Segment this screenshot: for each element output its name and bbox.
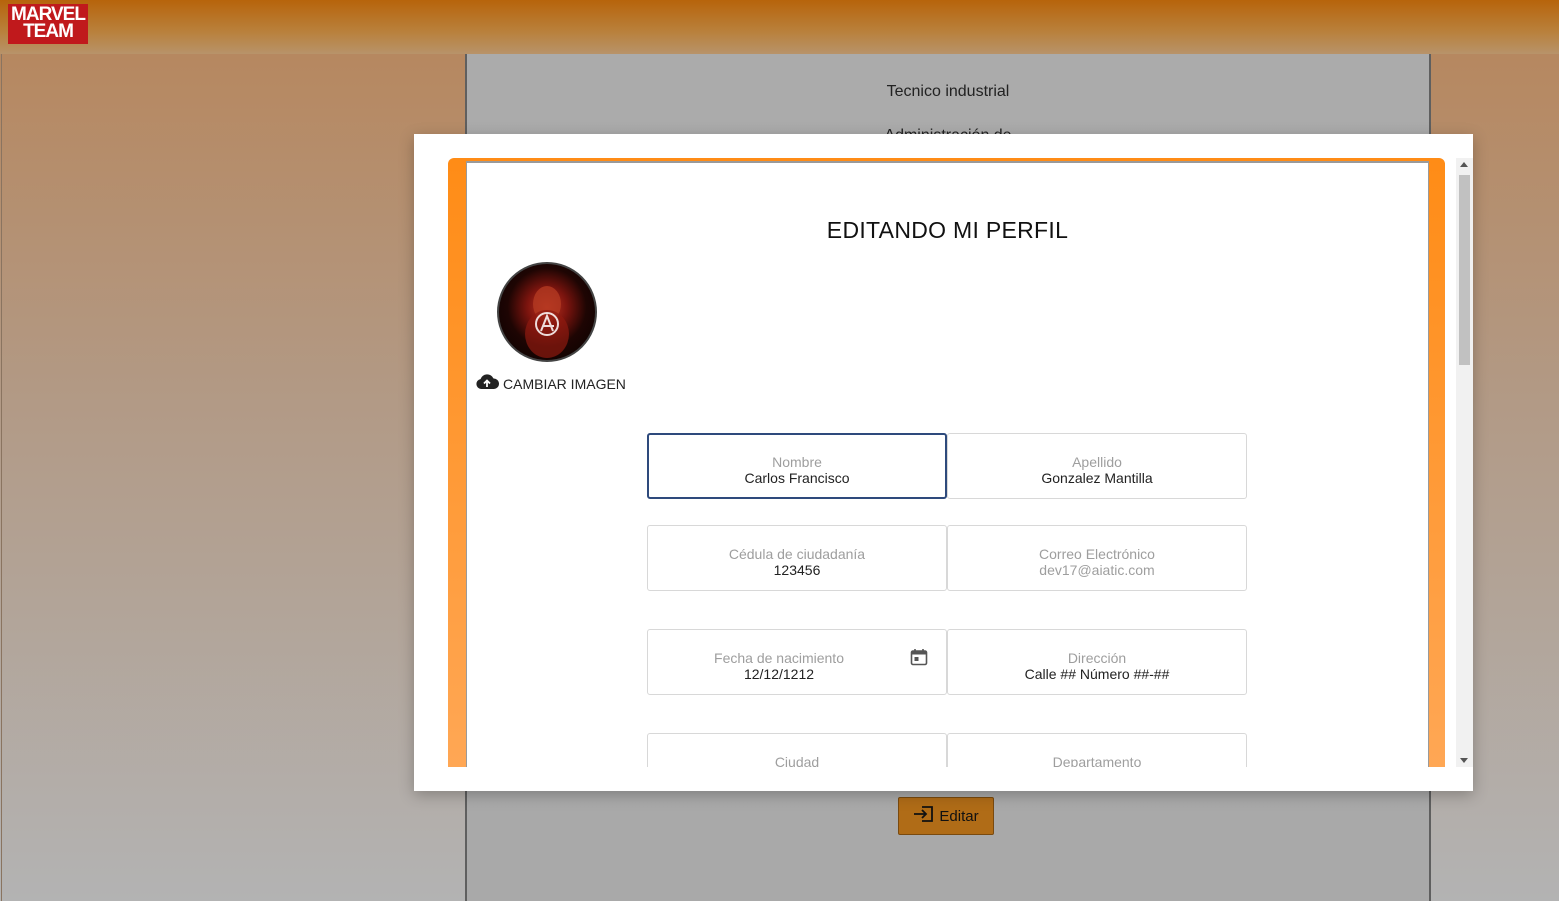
avatar <box>497 262 597 362</box>
fecha-label: Fecha de nacimiento <box>714 650 844 666</box>
fecha-nacimiento-field[interactable]: Fecha de nacimiento 12/12/1212 <box>647 629 947 695</box>
fecha-value: 12/12/1212 <box>743 666 815 682</box>
ciudad-label: Ciudad <box>774 754 820 767</box>
nombre-field[interactable]: Nombre Carlos Francisco <box>647 433 947 499</box>
direccion-label: Dirección <box>1067 650 1127 666</box>
login-icon <box>913 805 935 827</box>
edit-profile-modal: EDITANDO MI PERFIL CAMBIAR IMAGEN Nombre… <box>414 134 1473 791</box>
modal-scrollbar[interactable] <box>1456 158 1473 767</box>
top-bar: MARVEL TEAM <box>0 0 1559 54</box>
cedula-label: Cédula de ciudadanía <box>728 546 866 562</box>
apellido-field[interactable]: Apellido Gonzalez Mantilla <box>947 433 1247 499</box>
departamento-label: Departamento <box>1052 754 1142 767</box>
ciudad-field[interactable]: Ciudad <box>647 733 947 767</box>
cedula-field[interactable]: Cédula de ciudadanía 123456 <box>647 525 947 591</box>
profile-profession: Tecnico industrial <box>886 83 1010 100</box>
departamento-field[interactable]: Departamento <box>947 733 1247 767</box>
scrollbar-thumb[interactable] <box>1459 175 1470 365</box>
nombre-label: Nombre <box>772 454 822 470</box>
scroll-up-arrow[interactable] <box>1460 162 1468 167</box>
correo-value: dev17@aiatic.com <box>1039 562 1155 578</box>
change-image-button[interactable]: CAMBIAR IMAGEN <box>475 373 626 394</box>
edit-button-label: Editar <box>939 807 979 825</box>
correo-field: Correo Electrónico dev17@aiatic.com <box>947 525 1247 591</box>
calendar-icon[interactable] <box>910 648 928 671</box>
logo-line-2: TEAM <box>23 21 74 42</box>
direccion-value: Calle ## Número ##-## <box>1024 666 1170 682</box>
modal-scroll-area[interactable]: EDITANDO MI PERFIL CAMBIAR IMAGEN Nombre… <box>448 158 1445 767</box>
change-image-label: CAMBIAR IMAGEN <box>503 375 626 392</box>
scroll-down-arrow[interactable] <box>1460 758 1468 763</box>
cloud-upload-icon <box>475 373 500 394</box>
modal-title: EDITANDO MI PERFIL <box>826 217 1069 243</box>
marvel-team-logo[interactable]: MARVEL TEAM <box>8 4 88 44</box>
left-divider <box>1 54 2 901</box>
edit-profile-button[interactable]: Editar <box>898 797 994 835</box>
apellido-value: Gonzalez Mantilla <box>1041 470 1153 486</box>
nombre-value: Carlos Francisco <box>744 470 850 486</box>
direccion-field[interactable]: Dirección Calle ## Número ##-## <box>947 629 1247 695</box>
modal-content: EDITANDO MI PERFIL CAMBIAR IMAGEN Nombre… <box>466 161 1429 767</box>
correo-label: Correo Electrónico <box>1039 546 1155 562</box>
apellido-label: Apellido <box>1072 454 1122 470</box>
cedula-value: 123456 <box>773 562 821 578</box>
